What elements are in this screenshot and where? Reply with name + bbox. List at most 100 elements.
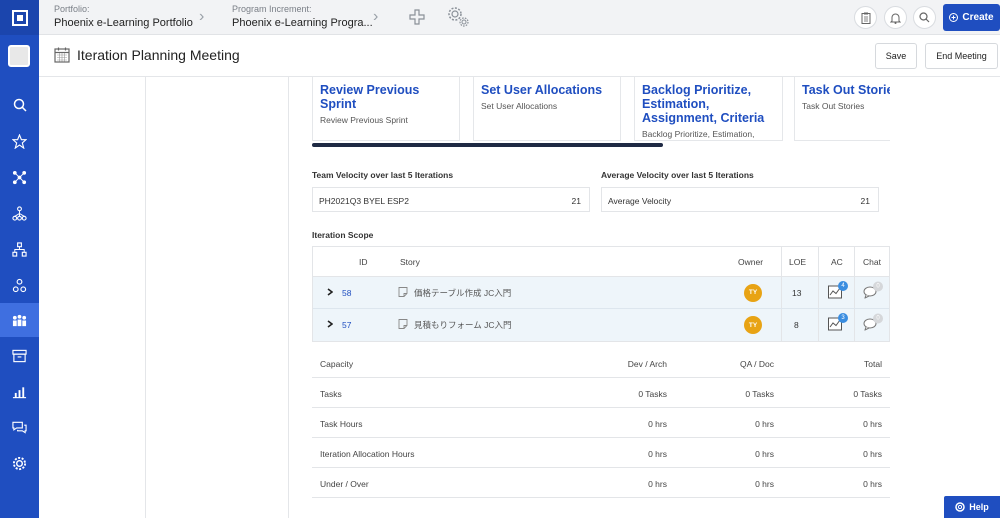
agenda-card-backlog[interactable]: Backlog Prioritize, Estimation, Assignme… (634, 77, 783, 141)
capacity-header: Capacity Dev / Arch QA / Doc Total (312, 348, 890, 378)
capacity-qa-value: 0 hrs (755, 479, 774, 489)
acceptance-criteria-icon[interactable]: 3 (828, 313, 848, 333)
nodes-icon[interactable] (0, 268, 39, 302)
capacity-qa-value: 0 hrs (755, 449, 774, 459)
capacity-col-total: Total (864, 359, 882, 369)
col-loe[interactable]: LOE (789, 257, 806, 267)
avg-velocity-value: 21 (860, 196, 870, 206)
story-id[interactable]: 58 (342, 288, 351, 298)
capacity-table: Capacity Dev / Arch QA / Doc Total Tasks… (312, 348, 890, 498)
settings-gears-icon[interactable] (446, 5, 470, 29)
divider (781, 247, 782, 276)
owner-avatar[interactable]: TY (744, 283, 762, 302)
avg-velocity-heading: Average Velocity over last 5 Iterations (601, 170, 754, 180)
plus-circle-icon (949, 13, 959, 22)
story-title[interactable]: 見積もりフォーム JC入門 (414, 319, 512, 331)
create-label: Create (962, 12, 994, 23)
network-icon[interactable] (0, 160, 39, 194)
add-icon[interactable] (405, 5, 429, 29)
chat-count-badge: 0 (873, 281, 883, 291)
expand-chevron-icon[interactable] (327, 320, 334, 330)
divider (818, 277, 819, 308)
divider (818, 247, 819, 276)
avg-velocity-box: Average Velocity 21 (601, 187, 879, 212)
gear-icon[interactable] (0, 446, 39, 480)
capacity-qa-value: 0 hrs (755, 419, 774, 429)
chevron-right-icon: › (199, 8, 205, 25)
pi-value[interactable]: Phoenix e-Learning Progra... (232, 17, 373, 29)
capacity-col-qa: QA / Doc (739, 359, 774, 369)
chevron-right-icon: › (373, 8, 379, 25)
avg-velocity-label: Average Velocity (608, 196, 672, 206)
search-icon[interactable] (913, 6, 936, 29)
expand-chevron-icon[interactable] (327, 287, 334, 298)
divider (781, 309, 782, 341)
agenda-card-title: Task Out Stories (802, 83, 890, 97)
agenda-card-allocations[interactable]: Set User Allocations Set User Allocation… (473, 77, 621, 141)
bell-icon[interactable] (884, 6, 907, 29)
capacity-total-value: 0 hrs (863, 449, 882, 459)
end-meeting-button[interactable]: End Meeting (925, 43, 998, 69)
logo-icon[interactable] (0, 0, 39, 35)
divider (288, 77, 289, 518)
lifebuoy-icon (955, 502, 965, 512)
divider (854, 247, 855, 276)
chat-icon[interactable] (0, 410, 39, 444)
acceptance-criteria-icon[interactable]: 4 (828, 280, 848, 301)
agenda-card-taskout[interactable]: Task Out Stories Task Out Stories (794, 77, 890, 141)
col-ac[interactable]: AC (831, 257, 843, 267)
capacity-dev-value: 0 hrs (648, 479, 667, 489)
clipboard-icon[interactable] (854, 6, 877, 29)
avatar[interactable] (8, 45, 30, 67)
left-nav-rail (0, 0, 39, 518)
story-title[interactable]: 価格テーブル作成 JC入門 (414, 287, 511, 299)
capacity-col-name: Capacity (320, 359, 354, 369)
team-icon[interactable] (0, 303, 39, 337)
agenda-card-review[interactable]: Review Previous Sprint Review Previous S… (312, 77, 460, 141)
col-owner[interactable]: Owner (738, 257, 763, 267)
table-row[interactable]: 58 価格テーブル作成 JC入門 TY 13 4 0 (313, 277, 889, 309)
portfolio-value[interactable]: Phoenix e-Learning Portfolio (54, 17, 193, 29)
agenda-card-subtitle: Set User Allocations (481, 101, 558, 111)
capacity-dev-value: 0 hrs (648, 419, 667, 429)
breadcrumb-portfolio[interactable]: Portfolio: Phoenix e-Learning Portfolio (54, 4, 193, 29)
star-icon[interactable] (0, 124, 39, 158)
breadcrumb-program-increment[interactable]: Program Increment: Phoenix e-Learning Pr… (232, 4, 373, 29)
story-icon (398, 319, 408, 332)
divider (781, 277, 782, 308)
save-button[interactable]: Save (875, 43, 917, 69)
capacity-row-name: Iteration Allocation Hours (320, 449, 415, 459)
capacity-total-value: 0 hrs (863, 479, 882, 489)
iteration-scope-table: ID Story Owner LOE AC Chat 58 価格テーブル作成 J… (312, 246, 890, 342)
divider (854, 309, 855, 341)
chat-icon[interactable]: 0 (863, 313, 883, 333)
org-chart-icon[interactable] (0, 232, 39, 266)
capacity-total-value: 0 hrs (863, 419, 882, 429)
col-chat[interactable]: Chat (863, 257, 881, 267)
iteration-scope-heading: Iteration Scope (312, 230, 374, 240)
agenda-card-subtitle: Review Previous Sprint (320, 115, 408, 125)
story-id[interactable]: 57 (342, 320, 351, 330)
capacity-row: Task Hours 0 hrs 0 hrs 0 hrs (312, 408, 890, 438)
create-button[interactable]: Create (943, 4, 1000, 31)
table-row[interactable]: 57 見積もりフォーム JC入門 TY 8 3 0 (313, 309, 889, 341)
top-bar: Portfolio: Phoenix e-Learning Portfolio … (39, 0, 1000, 35)
col-story[interactable]: Story (400, 257, 420, 267)
archive-icon[interactable] (0, 339, 39, 373)
hierarchy-icon[interactable] (0, 196, 39, 230)
calendar-icon (54, 47, 70, 63)
capacity-row: Iteration Allocation Hours 0 hrs 0 hrs 0… (312, 438, 890, 468)
chat-icon[interactable]: 0 (863, 281, 883, 300)
search-icon[interactable] (0, 88, 39, 122)
col-id[interactable]: ID (359, 257, 368, 267)
capacity-row-name: Under / Over (320, 479, 369, 489)
help-button[interactable]: Help (944, 496, 1000, 518)
team-velocity-box: PH2021Q3 BYEL ESP2 21 (312, 187, 590, 212)
cards-scrollbar[interactable] (312, 143, 663, 147)
owner-avatar[interactable]: TY (744, 316, 762, 334)
ac-count-badge: 4 (838, 280, 848, 291)
team-velocity-label: PH2021Q3 BYEL ESP2 (319, 196, 409, 206)
pi-label: Program Increment: (232, 4, 312, 14)
agenda-card-title: Set User Allocations (481, 83, 603, 97)
chart-icon[interactable] (0, 375, 39, 409)
